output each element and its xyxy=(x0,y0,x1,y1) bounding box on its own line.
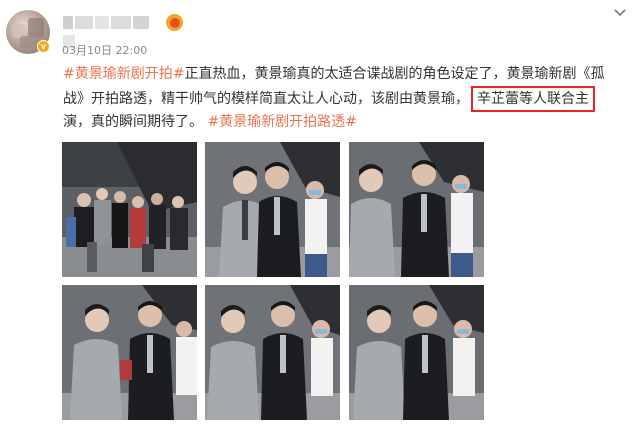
weibo-post: v 03月10日 22:00 #黄景瑜新剧开拍#正直热血，黄景瑜真的太适合谍战剧… xyxy=(0,0,641,434)
vip-badge-icon[interactable] xyxy=(166,14,183,31)
verified-badge-icon: v xyxy=(37,40,50,53)
post-text-segment: 演，真的瞬间期待了。 xyxy=(63,114,203,130)
photo-actors xyxy=(349,285,484,420)
post-text-line: #黄景瑜新剧开拍#正直热血，黄景瑜真的太适合谍战剧的角色设定了，黄景瑜新剧《孤 xyxy=(63,62,619,86)
post-image[interactable] xyxy=(349,142,484,277)
post-text: #黄景瑜新剧开拍#正直热血，黄景瑜真的太适合谍战剧的角色设定了，黄景瑜新剧《孤 … xyxy=(63,62,619,134)
hashtag-link[interactable]: #黄景瑜新剧开拍路透# xyxy=(207,114,356,130)
highlighted-text: 辛芷蕾等人联合主 xyxy=(471,86,595,112)
post-image[interactable] xyxy=(349,285,484,420)
post-text-line: 演，真的瞬间期待了。 #黄景瑜新剧开拍路透# xyxy=(63,110,619,134)
post-timestamp[interactable]: 03月10日 22:00 xyxy=(62,42,147,58)
post-image[interactable] xyxy=(205,142,340,277)
photo-actors xyxy=(205,142,340,277)
post-text-segment: 正直热血，黄景瑜真的太适合谍战剧的角色设定了，黄景瑜新剧《孤 xyxy=(184,66,605,82)
hashtag-link[interactable]: #黄景瑜新剧开拍# xyxy=(63,66,184,82)
photo-actors xyxy=(205,285,340,420)
image-grid xyxy=(62,142,484,424)
photo-actors xyxy=(349,142,484,277)
username-redacted[interactable] xyxy=(63,16,163,48)
post-image[interactable] xyxy=(62,285,197,420)
post-text-segment: 战》开拍路透，精干帅气的模样简直太让人心动，该剧由黄景瑜， xyxy=(63,91,469,107)
post-text-line: 战》开拍路透，精干帅气的模样简直太让人心动，该剧由黄景瑜， 辛芷蕾等人联合主 xyxy=(63,86,619,112)
avatar-blur-block xyxy=(28,18,44,38)
post-image[interactable] xyxy=(62,142,197,277)
post-image[interactable] xyxy=(205,285,340,420)
photo-crowd-scene xyxy=(62,142,197,277)
photo-actors xyxy=(62,285,197,420)
chevron-down-icon[interactable] xyxy=(613,6,627,20)
